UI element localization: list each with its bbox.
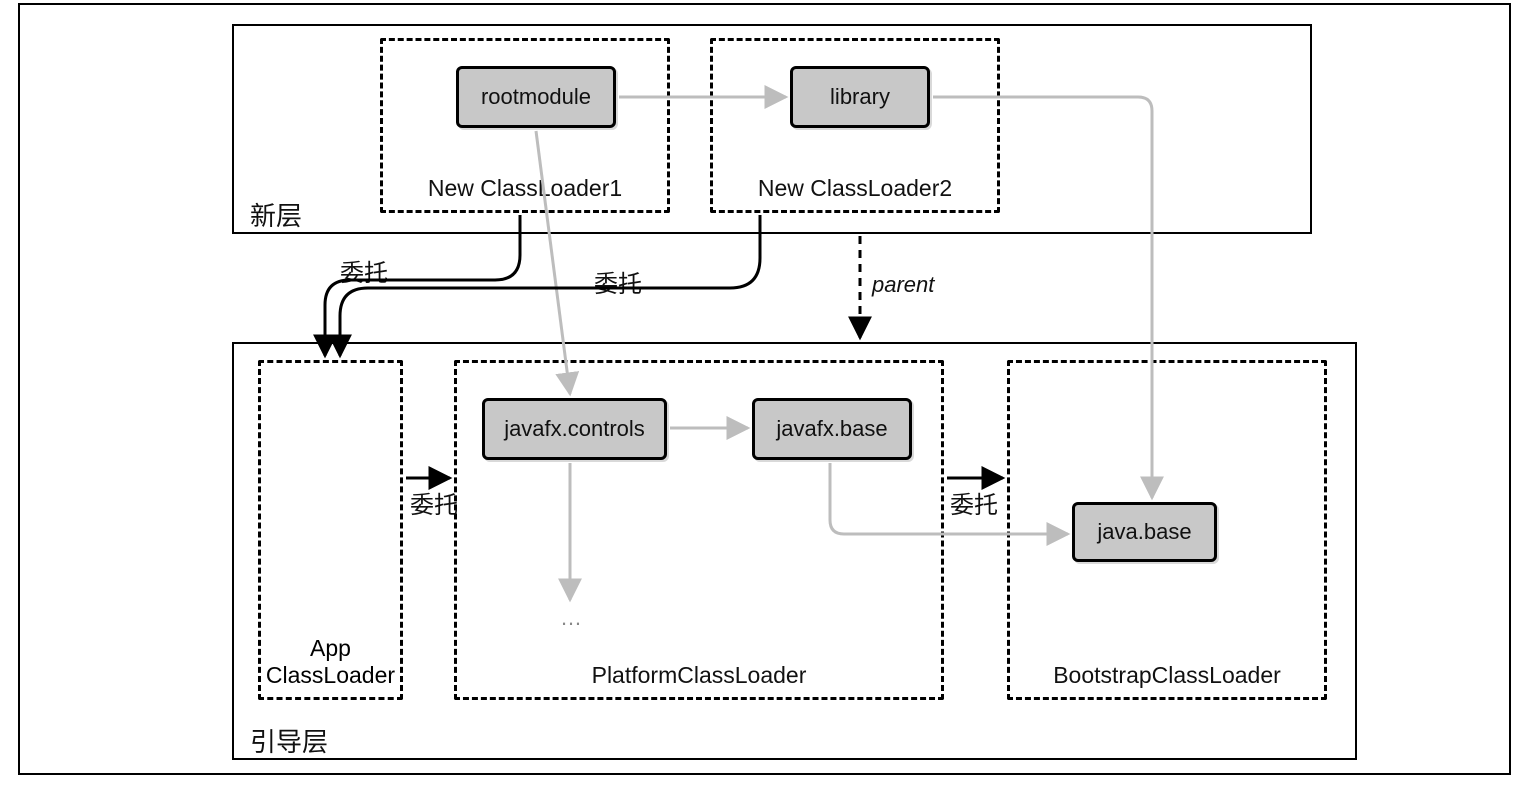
platform-classloader-label: PlatformClassLoader xyxy=(457,662,941,689)
delegate-label-2: 委托 xyxy=(594,264,642,299)
rootmodule-node: rootmodule xyxy=(456,66,616,128)
java-base-node: java.base xyxy=(1072,502,1217,562)
new-classloader2-label: New ClassLoader2 xyxy=(713,175,997,202)
delegate-label-1: 委托 xyxy=(340,253,388,288)
new-layer-label: 新层 xyxy=(250,196,302,233)
bootstrap-classloader-label: BootstrapClassLoader xyxy=(1010,662,1324,689)
parent-label: parent xyxy=(872,272,934,298)
ellipsis-label: … xyxy=(560,605,582,631)
new-classloader1-label: New ClassLoader1 xyxy=(383,175,667,202)
library-node: library xyxy=(790,66,930,128)
app-classloader-label1: App xyxy=(261,635,400,662)
boot-layer-label: 引导层 xyxy=(250,722,328,759)
app-classloader-box: App ClassLoader xyxy=(258,360,403,700)
javafx-base-node: javafx.base xyxy=(752,398,912,460)
javafx-controls-node: javafx.controls xyxy=(482,398,667,460)
app-classloader-label2: ClassLoader xyxy=(261,662,400,689)
delegate-label-4: 委托 xyxy=(950,485,998,520)
delegate-label-3: 委托 xyxy=(410,485,458,520)
